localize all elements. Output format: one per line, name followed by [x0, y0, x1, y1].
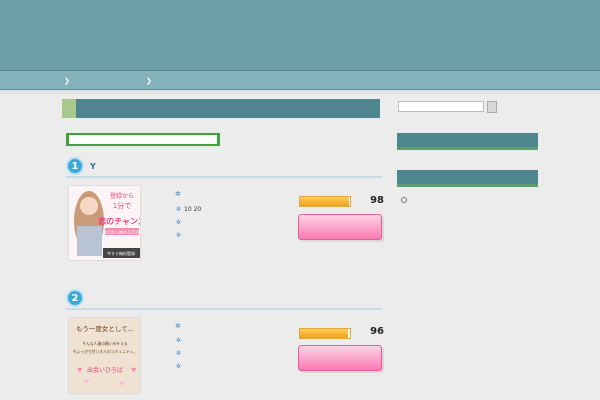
banner-2-line3: ちょっぴり甘い大人のコミュニティ。: [73, 349, 137, 354]
widget-title-category: [397, 170, 538, 187]
svg-text:♥: ♥: [119, 380, 125, 388]
nav-item-ranking[interactable]: ❯: [64, 76, 154, 86]
score-bar-fill: [300, 197, 349, 206]
rank-number-badge: 1: [66, 157, 84, 175]
banner-2-image: もう一度女として... そんな人妻の願いを叶える ちょっぴり甘い大人のコミュニテ…: [69, 318, 140, 393]
intro-note-text: [69, 135, 217, 144]
points-heading: ✲: [175, 321, 184, 331]
list-item: ✲: [176, 348, 184, 358]
nav-item-second[interactable]: ❯: [146, 76, 186, 86]
banner-1-line2: 1分で: [113, 201, 131, 210]
rank-number-badge: 2: [66, 289, 84, 307]
score-value: 96: [370, 326, 384, 337]
check-icon: ✲: [176, 231, 182, 239]
chevron-right-icon: ❯: [146, 77, 152, 85]
score-bar: [299, 196, 351, 207]
banner-1-line4: 今日から始める恋活!: [103, 229, 141, 235]
site-banner-1[interactable]: 登録から 1分で 恋のチャンス 今日から始める恋活! 今すぐ無料登録: [68, 185, 141, 261]
star-icon: ✲: [175, 322, 181, 330]
list-item: ✲: [176, 361, 184, 371]
star-icon: ✲: [175, 190, 181, 198]
banner-2-line2: そんな人妻の願いを叶える: [82, 341, 128, 346]
check-icon: ✲: [176, 218, 182, 226]
check-icon: ✲: [176, 349, 182, 357]
svg-text:♥: ♥: [77, 367, 82, 374]
score-bar-fill: [300, 329, 348, 338]
check-icon: ✲: [176, 362, 182, 370]
site-title[interactable]: [62, 18, 242, 40]
sidebar-link[interactable]: [401, 195, 411, 204]
site-banner-2[interactable]: もう一度女として... そんな人妻の願いを叶える ちょっぴり甘い大人のコミュニテ…: [68, 317, 141, 394]
banner-1-line1: 登録から: [110, 192, 134, 200]
svg-text:♥: ♥: [131, 367, 136, 374]
banner-2-line4: 出会いひろば: [87, 366, 123, 374]
banner-1-button: 今すぐ無料登録: [107, 250, 135, 256]
ranking-heading-1: 1 Y: [66, 156, 382, 178]
visit-site-button[interactable]: [298, 214, 382, 240]
chevron-right-icon: ❯: [64, 77, 70, 85]
intro-note-box: [66, 133, 220, 146]
svg-text:♥: ♥: [83, 378, 89, 386]
search-input[interactable]: [398, 101, 484, 112]
list-item: ✲: [176, 217, 184, 227]
visit-site-button[interactable]: [298, 345, 382, 371]
content-band: [0, 90, 600, 94]
page-title: [62, 99, 380, 118]
ranking-site-name[interactable]: Y: [90, 162, 96, 171]
widget-title-recent: [397, 133, 538, 150]
points-heading: ✲: [175, 189, 184, 199]
search-button[interactable]: [487, 101, 497, 113]
check-icon: ✲: [176, 205, 182, 213]
site-header: [0, 0, 600, 70]
banner-1-image: 登録から 1分で 恋のチャンス 今日から始める恋活! 今すぐ無料登録: [69, 186, 141, 260]
banner-1-line3: 恋のチャンス: [98, 216, 141, 226]
list-item: ✲: [176, 335, 184, 345]
score-bar: [299, 328, 351, 339]
circle-bullet-icon: [401, 196, 407, 203]
ranking-heading-2: 2: [66, 288, 382, 310]
score-value: 98: [370, 195, 384, 206]
list-item: ✲: [176, 230, 184, 240]
banner-2-line1: もう一度女として...: [76, 324, 134, 333]
point-text: 10 20: [184, 205, 202, 213]
header-intro-text: [398, 17, 594, 47]
site-description: [64, 44, 154, 54]
check-icon: ✲: [176, 336, 182, 344]
global-nav: ❯ ❯: [0, 70, 600, 90]
list-item: ✲ 10 20: [176, 204, 201, 214]
